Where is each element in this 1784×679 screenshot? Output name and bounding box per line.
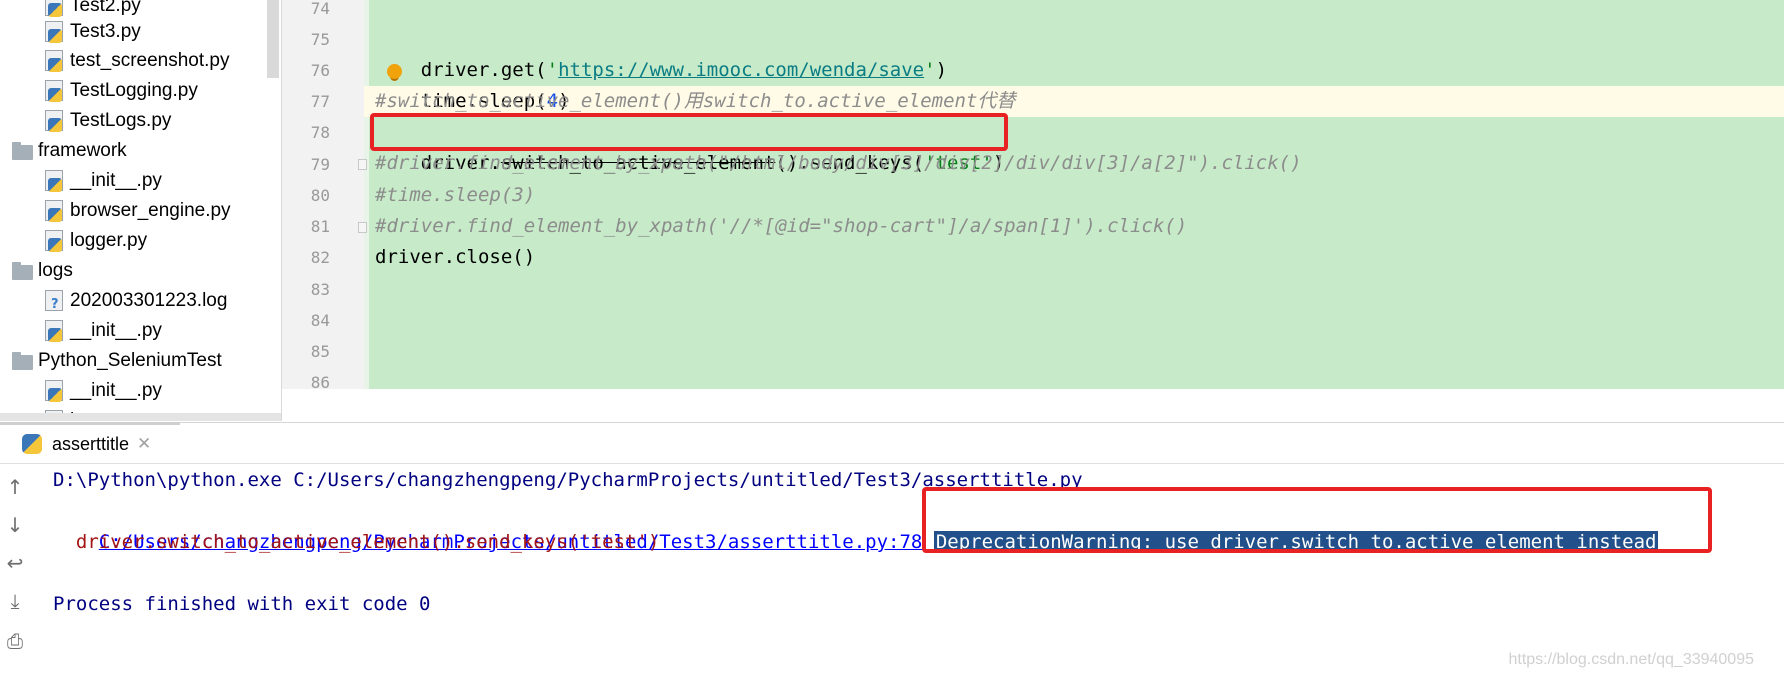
line-number: 86 — [310, 373, 330, 389]
code-line-79[interactable]: #driver.find_element_by_xpath("/html/bod… — [375, 148, 1302, 179]
code-line-75[interactable]: driver.get('https://www.imooc.com/wenda/… — [375, 24, 947, 81]
code-token: ) — [935, 59, 948, 81]
tree-item-init[interactable]: __init__.py — [44, 316, 162, 346]
python-file-icon — [44, 380, 66, 402]
unknown-file-icon: ? — [44, 290, 66, 312]
console-line-exit: Process finished with exit code 0 — [53, 593, 431, 615]
tree-item-label: test_screenshot.py — [70, 50, 230, 71]
tree-folder-framework[interactable]: framework — [12, 136, 127, 166]
project-tree: Test2.py Test3.py test_screenshot.py Tes… — [0, 0, 282, 421]
print-icon[interactable]: ⎙ — [2, 628, 28, 654]
tree-item-label: __init__.py — [70, 170, 162, 191]
line-number: 84 — [310, 311, 330, 330]
highlight-box-code — [370, 113, 1008, 151]
line-number: 74 — [310, 0, 330, 18]
python-file-icon — [44, 320, 66, 342]
arrow-up-icon[interactable]: ↑ — [2, 474, 28, 500]
line-number: 75 — [310, 30, 330, 49]
tree-item-label: logger.py — [70, 230, 148, 251]
line-number: 79 — [310, 155, 330, 174]
arrow-down-icon[interactable]: ↓ — [2, 512, 28, 538]
line-number: 78 — [310, 123, 330, 142]
tree-item-label: 202003301223.log — [70, 290, 228, 311]
url-link[interactable]: https://www.imooc.com/wenda/save — [558, 59, 924, 81]
tree-folder-python-seleniumtest[interactable]: Python_SeleniumTest — [12, 346, 222, 376]
line-number-gutter: 74 75 76 77 78 79 80 81 82 83 84 85 86 — [282, 0, 364, 389]
run-tab-label: asserttitle — [52, 433, 130, 454]
tree-horizontal-scrollbar[interactable] — [0, 413, 281, 421]
python-file-icon — [44, 200, 66, 222]
code-line-80[interactable]: #time.sleep(3) — [375, 180, 535, 211]
folder-icon — [12, 350, 34, 372]
console-line-source: driver.switch_to_active_element().send_k… — [53, 531, 660, 553]
python-icon — [22, 434, 42, 454]
close-icon[interactable]: ✕ — [137, 434, 151, 454]
run-toolbar: ↑ ↓ ↩ ⤓ ⎙ — [0, 464, 32, 679]
code-editor[interactable]: 74 75 76 77 78 79 80 81 82 83 84 85 86 d… — [282, 0, 1784, 389]
tree-item-label: Test3.py — [70, 21, 141, 42]
soft-wrap-icon[interactable]: ↩ — [2, 550, 28, 576]
python-file-icon — [44, 110, 66, 132]
code-line-81[interactable]: #driver.find_element_by_xpath('//*[@id="… — [375, 211, 1187, 242]
tree-item-label: Test2.py — [70, 0, 141, 16]
line-number: 76 — [310, 61, 330, 80]
tree-item-label: logs — [38, 260, 73, 281]
line-number: 82 — [310, 248, 330, 267]
tree-item-label: Python_SeleniumTest — [38, 350, 222, 371]
line-number: 77 — [310, 92, 330, 111]
tree-item-init[interactable]: __init__.py — [44, 376, 162, 406]
gutter-separator — [364, 0, 369, 389]
tree-item-label: TestLogging.py — [70, 80, 198, 101]
tree-item-logger[interactable]: logger.py — [44, 226, 147, 256]
tree-item-init[interactable]: __init__.py — [44, 166, 162, 196]
watermark: https://blog.csdn.net/qq_33940095 — [1508, 651, 1754, 668]
run-tab[interactable]: asserttitle ✕ — [22, 423, 151, 465]
tree-item-label: __init__.py — [70, 320, 162, 341]
tree-item-testlogging[interactable]: TestLogging.py — [44, 76, 198, 106]
tree-scrollbar[interactable] — [267, 0, 279, 78]
python-file-icon — [44, 50, 66, 72]
tree-item-testlogs[interactable]: TestLogs.py — [44, 106, 171, 136]
python-file-icon — [44, 80, 66, 102]
tree-item-label: framework — [38, 140, 127, 161]
highlight-box-warning — [922, 487, 1712, 553]
line-number: 85 — [310, 342, 330, 361]
folder-icon — [12, 140, 34, 162]
python-file-icon — [44, 170, 66, 192]
code-line-76[interactable]: time.sleep(4) — [375, 55, 570, 112]
fold-marker-icon[interactable] — [358, 222, 367, 233]
line-number: 83 — [310, 280, 330, 299]
line-number: 80 — [310, 186, 330, 205]
run-tab-underline — [0, 422, 180, 425]
python-file-icon — [44, 0, 66, 17]
tree-item-label: __init__.py — [70, 380, 162, 401]
python-file-icon — [44, 21, 66, 43]
line-number: 81 — [310, 217, 330, 236]
python-file-icon — [44, 230, 66, 252]
tree-item-browser-engine[interactable]: browser_engine.py — [44, 196, 231, 226]
fold-marker-icon[interactable] — [358, 159, 367, 170]
tree-item-test3[interactable]: Test3.py — [44, 17, 141, 47]
tree-item-log-file[interactable]: ? 202003301223.log — [44, 286, 227, 316]
folder-icon — [12, 260, 34, 282]
tree-item-label: browser_engine.py — [70, 200, 231, 221]
tree-item-label: TestLogs.py — [70, 110, 172, 131]
tree-folder-logs[interactable]: logs — [12, 256, 73, 286]
scroll-to-end-icon[interactable]: ⤓ — [2, 588, 28, 614]
run-panel-header: asserttitle ✕ — [0, 422, 1784, 464]
tree-item-test-screenshot[interactable]: test_screenshot.py — [44, 46, 229, 76]
string-quote: ' — [924, 59, 936, 81]
code-line-82[interactable]: driver.close() — [375, 242, 535, 273]
intention-bulb-icon[interactable] — [387, 64, 402, 79]
